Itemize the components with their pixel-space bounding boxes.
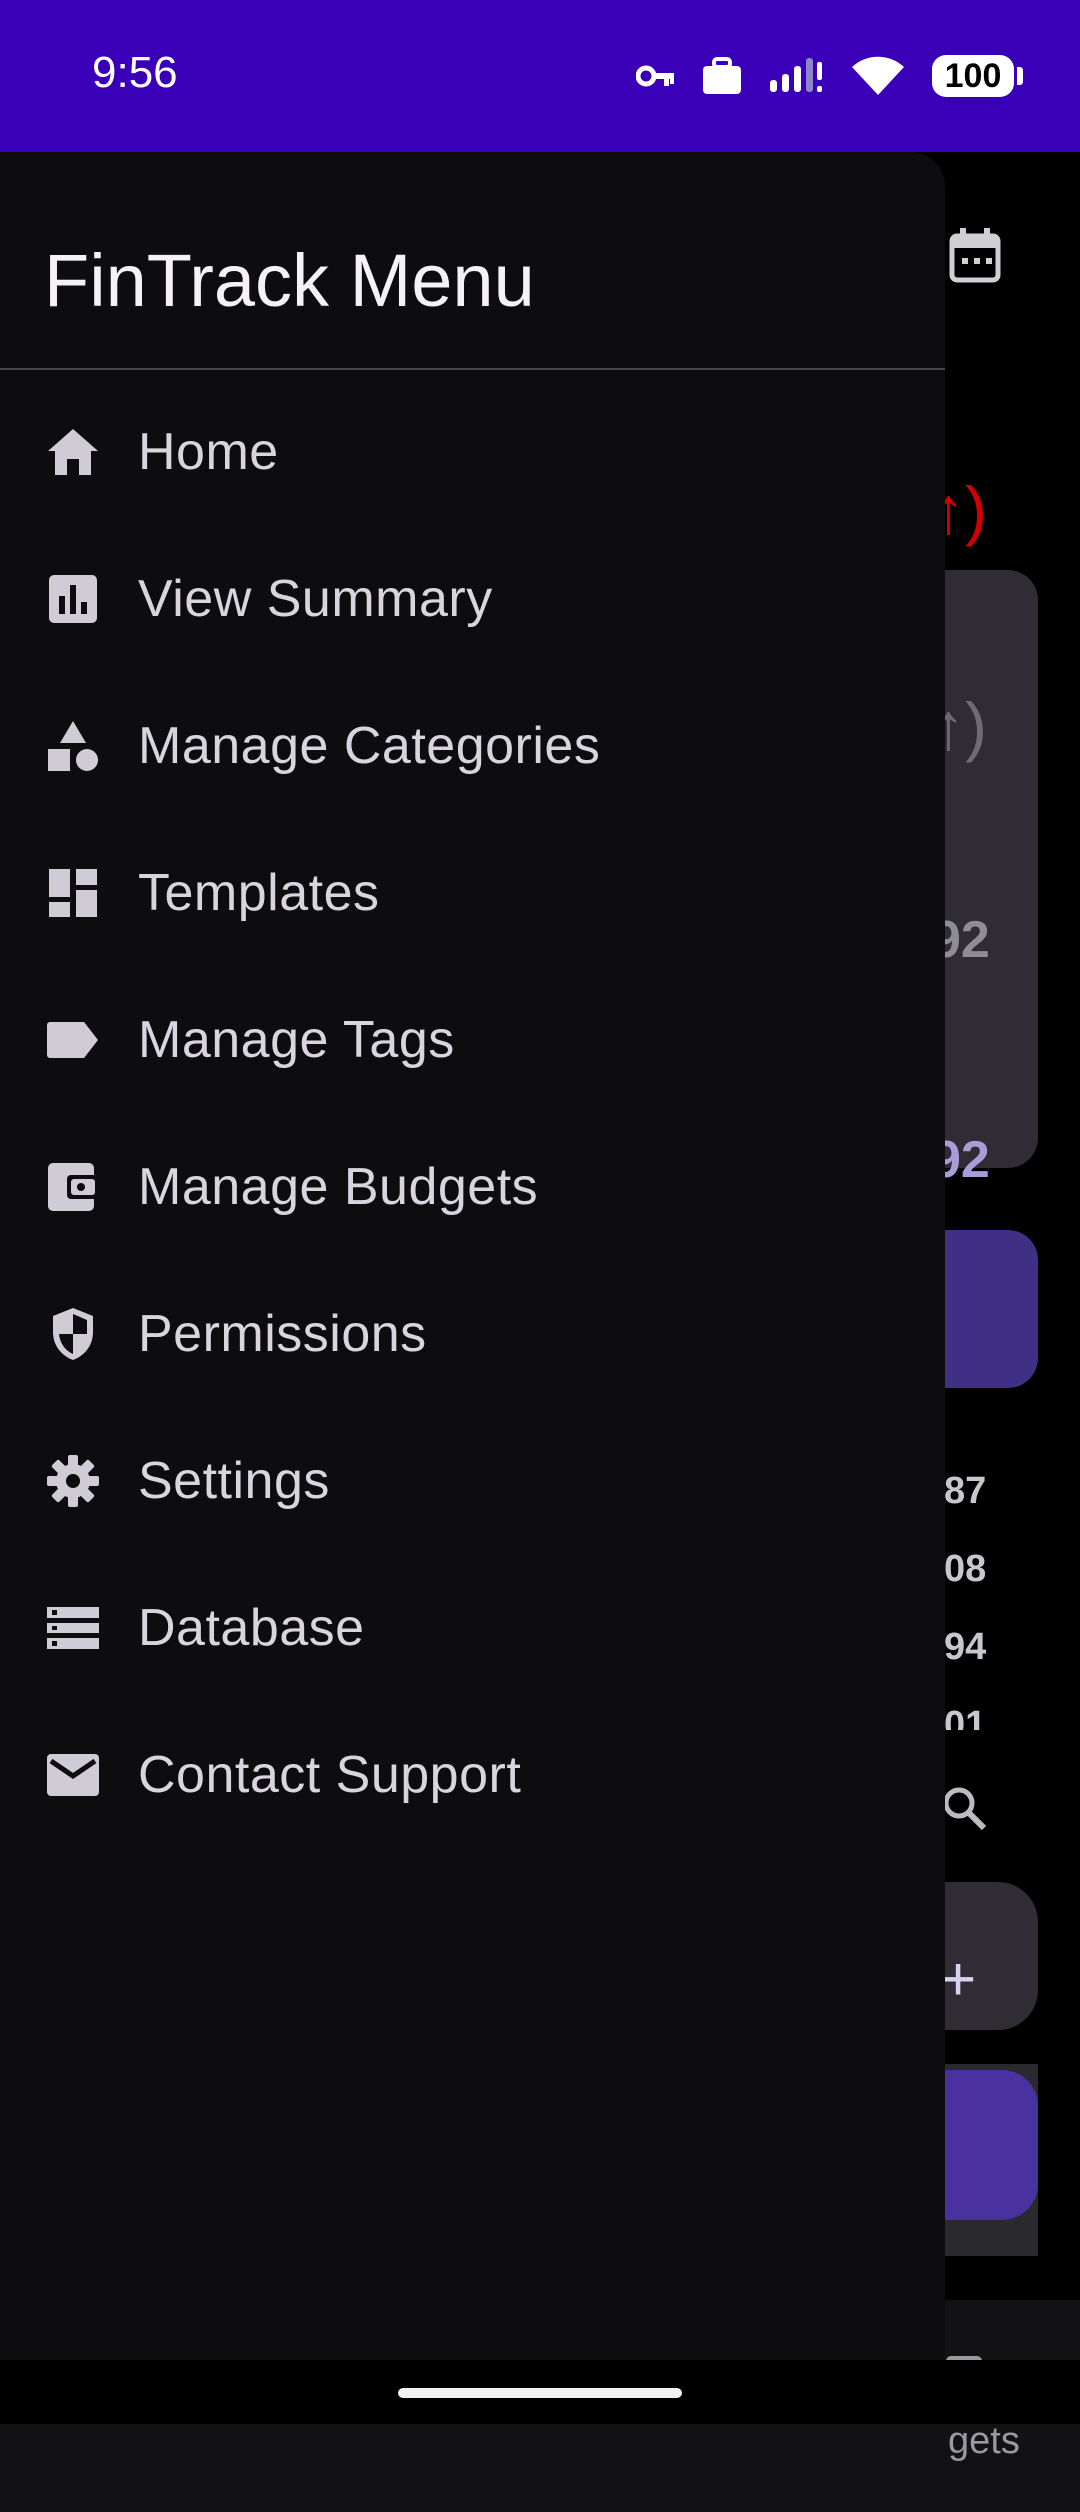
category-shapes-icon <box>46 719 100 773</box>
gear-icon <box>46 1454 100 1508</box>
status-time: 9:56 <box>92 48 178 97</box>
battery-icon: 100 <box>932 55 1023 97</box>
list-value: 94 <box>944 1626 987 1668</box>
menu-item-label: Contact Support <box>138 1745 522 1804</box>
menu-item-label: Templates <box>138 863 380 922</box>
label-tag-icon <box>46 1013 100 1067</box>
menu-item-manage-tags[interactable]: Manage Tags <box>0 966 945 1113</box>
drawer-menu: Home View Summary Manage Categories Temp… <box>0 378 945 1848</box>
menu-item-label: Manage Budgets <box>138 1157 539 1216</box>
divider <box>0 368 945 370</box>
navigation-drawer: FinTrack Menu Home View Summary Manage C… <box>0 152 945 2360</box>
status-bar: 9:56 100 <box>0 0 1080 152</box>
search-icon <box>940 1784 988 1832</box>
menu-item-manage-budgets[interactable]: Manage Budgets <box>0 1113 945 1260</box>
fab-plus: + <box>940 1945 977 2014</box>
signal-icon <box>768 56 824 96</box>
menu-item-label: View Summary <box>138 569 493 628</box>
menu-item-manage-categories[interactable]: Manage Categories <box>0 672 945 819</box>
drawer-title: FinTrack Menu <box>44 239 535 322</box>
wifi-icon <box>850 55 906 97</box>
nav-label-budgets[interactable]: gets <box>948 2420 1020 2463</box>
dashboard-icon <box>46 866 100 920</box>
list-value: 01 <box>944 1704 987 1730</box>
menu-item-label: Settings <box>138 1451 330 1510</box>
status-icons: 100 <box>636 46 1023 106</box>
bar-chart-icon <box>46 572 100 626</box>
menu-item-label: Database <box>138 1598 365 1657</box>
menu-item-label: Manage Categories <box>138 716 601 775</box>
work-profile-icon <box>702 57 742 95</box>
mail-icon <box>46 1748 100 1802</box>
storage-list-icon <box>46 1601 100 1655</box>
menu-item-label: Manage Tags <box>138 1010 455 1069</box>
menu-item-contact-support[interactable]: Contact Support <box>0 1701 945 1848</box>
home-icon <box>46 425 100 479</box>
vpn-key-icon <box>636 64 676 88</box>
list-value: 87 <box>944 1470 987 1512</box>
menu-item-home[interactable]: Home <box>0 378 945 525</box>
wallet-icon <box>46 1160 100 1214</box>
menu-item-label: Permissions <box>138 1304 427 1363</box>
list-value: 08 <box>944 1548 987 1590</box>
calendar-icon[interactable] <box>948 228 1002 284</box>
gesture-handle[interactable] <box>398 2388 682 2398</box>
menu-item-view-summary[interactable]: View Summary <box>0 525 945 672</box>
menu-item-database[interactable]: Database <box>0 1554 945 1701</box>
menu-item-settings[interactable]: Settings <box>0 1407 945 1554</box>
menu-item-templates[interactable]: Templates <box>0 819 945 966</box>
battery-level: 100 <box>944 56 1002 95</box>
shield-icon <box>46 1307 100 1361</box>
menu-item-label: Home <box>138 422 279 481</box>
menu-item-permissions[interactable]: Permissions <box>0 1260 945 1407</box>
